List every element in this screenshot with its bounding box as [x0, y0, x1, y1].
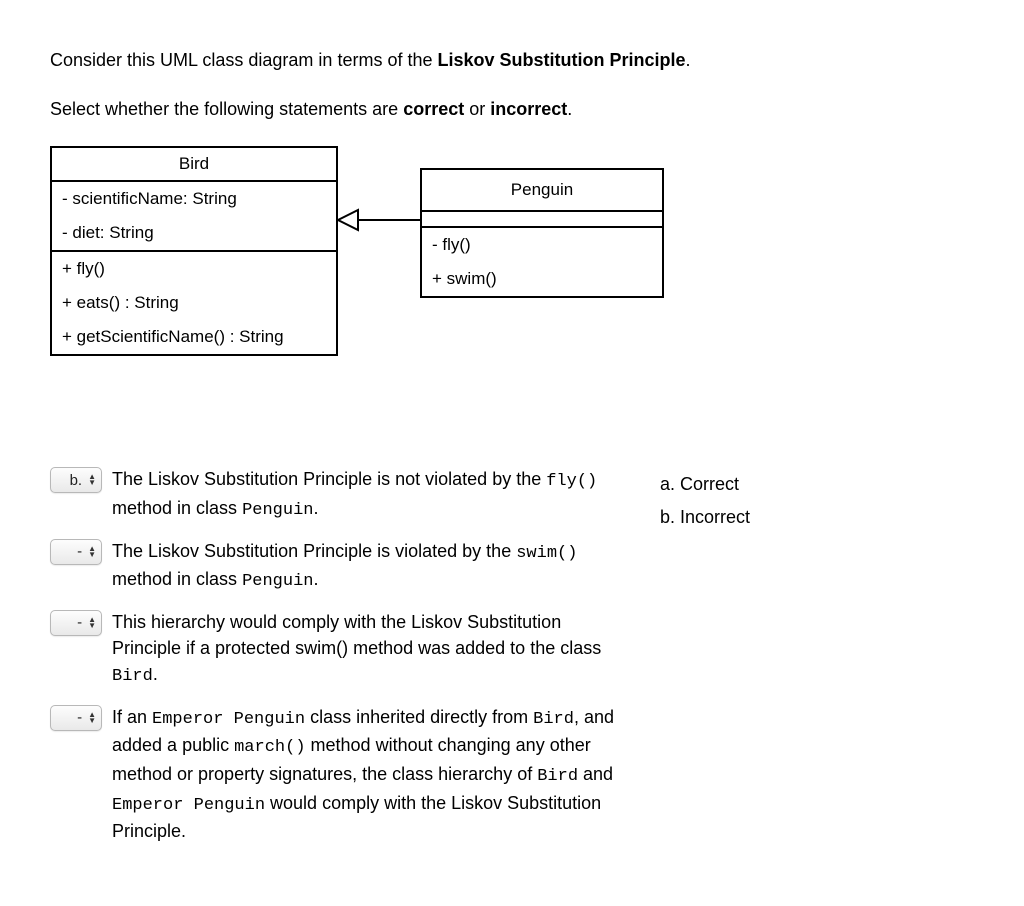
- stepper-icon: ▲▼: [88, 474, 96, 486]
- code-text: Emperor Penguin: [112, 796, 265, 815]
- code-text: fly(): [546, 472, 597, 491]
- intro-text: Select whether the following statements …: [50, 99, 403, 119]
- uml-method: + getScientificName() : String: [52, 320, 336, 354]
- select-value: -: [77, 612, 82, 634]
- text: method in class: [112, 569, 242, 589]
- questions-area: b. ▲▼ The Liskov Substitution Principle is…: [50, 466, 974, 858]
- uml-attribute: - scientificName: String: [52, 182, 336, 216]
- select-value: b.: [70, 470, 83, 492]
- uml-class-bird: Bird - scientificName: String - diet: St…: [50, 146, 338, 356]
- answers-legend: a. Correct b. Incorrect: [660, 466, 750, 533]
- answer-select[interactable]: -▲▼: [50, 610, 102, 636]
- code-text: Bird: [112, 667, 153, 686]
- text: method in class: [112, 498, 242, 518]
- answer-select[interactable]: -▲▼: [50, 539, 102, 565]
- intro-text: .: [686, 50, 691, 70]
- answer-select[interactable]: b. ▲▼: [50, 467, 102, 493]
- uml-methods: - fly() + swim(): [422, 228, 662, 296]
- inheritance-arrow: [338, 220, 420, 240]
- question-text: The Liskov Substitution Principle is not…: [112, 466, 630, 523]
- intro-bold: correct: [403, 99, 464, 119]
- uml-attribute: - diet: String: [52, 216, 336, 250]
- question-item: -▲▼ The Liskov Substitution Principle is …: [50, 538, 630, 595]
- code-text: Emperor Penguin: [152, 710, 305, 729]
- text: The Liskov Substitution Principle is not…: [112, 469, 546, 489]
- text: .: [153, 664, 158, 684]
- uml-attributes-empty: [422, 212, 662, 228]
- stepper-icon: ▲▼: [88, 712, 96, 724]
- code-text: Penguin: [242, 501, 313, 520]
- code-text: swim(): [516, 544, 577, 563]
- question-text: If an Emperor Penguin class inherited di…: [112, 704, 630, 845]
- uml-method: + fly(): [52, 252, 336, 286]
- text: If an: [112, 707, 152, 727]
- code-text: Penguin: [242, 572, 313, 591]
- text: This hierarchy would comply with the Lis…: [112, 612, 601, 658]
- text: class inherited directly from: [305, 707, 533, 727]
- stepper-icon: ▲▼: [88, 617, 96, 629]
- select-value: -: [77, 707, 82, 729]
- intro-bold: Liskov Substitution Principle: [437, 50, 685, 70]
- uml-method: + eats() : String: [52, 286, 336, 320]
- intro-text: .: [567, 99, 572, 119]
- text: The Liskov Substitution Principle is vio…: [112, 541, 516, 561]
- uml-class-title: Bird: [52, 148, 336, 182]
- question-text: The Liskov Substitution Principle is vio…: [112, 538, 630, 595]
- intro-line-1: Consider this UML class diagram in terms…: [50, 48, 974, 73]
- text: and: [578, 764, 613, 784]
- answer-option-a: a. Correct: [660, 468, 750, 500]
- code-text: march(): [234, 738, 305, 757]
- uml-class-penguin: Penguin - fly() + swim(): [420, 168, 664, 298]
- stepper-icon: ▲▼: [88, 546, 96, 558]
- text: .: [313, 498, 318, 518]
- question-item: -▲▼ This hierarchy would comply with the …: [50, 609, 630, 690]
- code-text: Bird: [537, 767, 578, 786]
- uml-methods: + fly() + eats() : String + getScientifi…: [52, 252, 336, 354]
- select-value: -: [77, 541, 82, 563]
- answer-select[interactable]: -▲▼: [50, 705, 102, 731]
- code-text: Bird: [533, 710, 574, 729]
- intro-text: or: [464, 99, 490, 119]
- questions-list: b. ▲▼ The Liskov Substitution Principle is…: [50, 466, 630, 858]
- uml-method: + swim(): [422, 262, 662, 296]
- question-item: -▲▼ If an Emperor Penguin class inherited…: [50, 704, 630, 845]
- intro-text: Consider this UML class diagram in terms…: [50, 50, 437, 70]
- uml-diagram: Bird - scientificName: String - diet: St…: [50, 146, 974, 426]
- uml-method: - fly(): [422, 228, 662, 262]
- uml-class-title: Penguin: [422, 170, 662, 212]
- answer-option-b: b. Incorrect: [660, 501, 750, 533]
- text: .: [313, 569, 318, 589]
- intro-bold: incorrect: [490, 99, 567, 119]
- uml-attributes: - scientificName: String - diet: String: [52, 182, 336, 252]
- question-item: b. ▲▼ The Liskov Substitution Principle is…: [50, 466, 630, 523]
- question-text: This hierarchy would comply with the Lis…: [112, 609, 630, 690]
- arrowhead-icon: [336, 208, 360, 232]
- intro-line-2: Select whether the following statements …: [50, 97, 974, 122]
